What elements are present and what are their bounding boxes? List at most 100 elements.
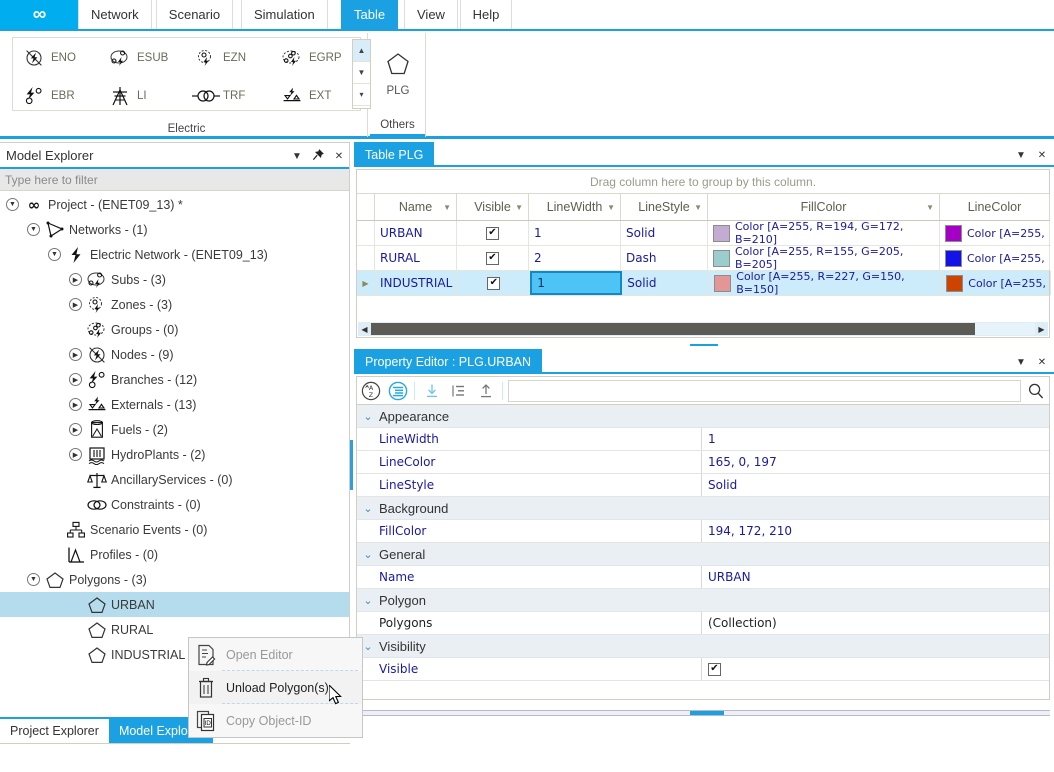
tree-item-branches[interactable]: ▶ Branches - (12) [0, 367, 349, 392]
scrollbar-thumb[interactable] [350, 440, 353, 490]
cell-visible-checkbox[interactable]: ✔ [457, 246, 529, 270]
property-value[interactable]: URBAN [702, 566, 1049, 588]
cell-visible-checkbox[interactable]: ✔ [457, 221, 529, 245]
chevron-down-icon[interactable]: ▼ [1015, 150, 1027, 161]
sort-alphabetical-icon[interactable]: A Z [357, 378, 384, 404]
filter-icon[interactable]: ▼ [607, 203, 615, 212]
ribbon-scroll-buttons[interactable]: ▲ ▼ ▾ [352, 39, 371, 109]
property-value[interactable]: Solid [702, 474, 1049, 496]
model-explorer-filter-input[interactable]: Type here to filter [0, 169, 349, 191]
ribbon-tab-scenario[interactable]: Scenario [155, 0, 234, 29]
column-header-linestyle[interactable]: LineStyle ▼ [621, 194, 708, 220]
property-row[interactable]: Name URBAN [357, 566, 1049, 589]
ribbon-item-ext[interactable]: EXT [277, 82, 331, 110]
table-horizontal-scrollbar[interactable]: ◀ ▶ [358, 322, 1048, 336]
column-header-name[interactable]: Name ▼ [375, 194, 457, 220]
ribbon-tab-help[interactable]: Help [459, 0, 513, 29]
table-row[interactable]: RURAL ✔ 2 Dash Color [A=255, R=155, G=205, B… [357, 245, 1050, 271]
cell-linewidth[interactable]: 2 [529, 246, 621, 270]
column-header-linecolor[interactable]: LineColor [940, 194, 1050, 220]
ribbon-scroll-up-button[interactable]: ▲ [353, 40, 370, 62]
bottom-tab-project-explorer[interactable]: Project Explorer [0, 719, 109, 743]
tree-item-externals[interactable]: ▶ Externals - (13) [0, 392, 349, 417]
context-menu-item-open-editor[interactable]: Open Editor [189, 638, 362, 671]
scrollbar-track[interactable] [371, 323, 1035, 335]
ribbon-tab-network[interactable]: Network [78, 0, 152, 29]
categorized-icon[interactable] [384, 378, 411, 404]
chevron-right-icon[interactable]: ▶ [69, 448, 82, 461]
chevron-down-icon[interactable]: ▼ [27, 223, 40, 236]
close-icon[interactable]: ✕ [333, 151, 345, 162]
tree-item-polygons[interactable]: ▼ Polygons - (3) [0, 567, 349, 592]
cell-name[interactable]: INDUSTRIAL [375, 271, 459, 295]
cell-fillcolor[interactable]: Color [A=255, R=155, G=205, B=205] [708, 245, 940, 271]
property-row[interactable]: LineWidth 1 [357, 428, 1049, 451]
property-category-background[interactable]: ⌄ Background [357, 497, 1049, 520]
cell-name[interactable]: URBAN [375, 221, 457, 245]
property-search-input[interactable] [508, 379, 1021, 402]
chevron-right-icon[interactable]: ▶ [69, 298, 82, 311]
property-value[interactable]: (Collection) [702, 612, 1049, 634]
cell-linewidth[interactable]: 1 [530, 271, 623, 295]
ribbon-tab-simulation[interactable]: Simulation [241, 0, 328, 29]
ribbon-expand-button[interactable]: ▾ [353, 84, 370, 106]
column-header-linewidth[interactable]: LineWidth ▼ [529, 194, 621, 220]
tree-item-nodes[interactable]: ▶ Nodes - (9) [0, 342, 349, 367]
table-plg-tab[interactable]: Table PLG [354, 142, 435, 167]
scrollbar-thumb[interactable] [690, 711, 724, 715]
chevron-down-icon[interactable]: ⌄ [357, 594, 379, 607]
chevron-down-icon[interactable]: ▼ [6, 198, 19, 211]
table-row[interactable]: ▶ INDUSTRIAL ✔ 1 Solid Color [A=255, R=227, G… [357, 270, 1052, 296]
tree-item-networks[interactable]: ▼ Networks - (1) [0, 217, 349, 242]
tree-item-scenario[interactable]: Scenario Events - (0) [0, 517, 349, 542]
tree-item-urban[interactable]: URBAN [0, 592, 349, 617]
property-category-appearance[interactable]: ⌄ Appearance [357, 405, 1049, 428]
chevron-right-icon[interactable]: ▶ [69, 273, 82, 286]
tree-item-fuels[interactable]: ▶ Fuels - (2) [0, 417, 349, 442]
filter-icon[interactable]: ▼ [515, 203, 523, 212]
checkbox-icon[interactable]: ✔ [486, 251, 499, 265]
property-row[interactable]: Visible ✔ [357, 658, 1049, 681]
chevron-down-icon[interactable]: ▼ [48, 248, 61, 261]
property-row[interactable]: Polygons (Collection) [357, 612, 1049, 635]
tree-item-project[interactable]: ▼ ∞ Project - (ENET09_13) * [0, 192, 349, 217]
property-row[interactable]: FillColor 194, 172, 210 [357, 520, 1049, 543]
ribbon-item-esub[interactable]: ESUB [105, 44, 168, 72]
tree-item-groups[interactable]: Groups - (0) [0, 317, 349, 342]
group-by-drop-area[interactable]: Drag column here to group by this column… [357, 170, 1049, 194]
column-header-indicator[interactable] [357, 194, 375, 220]
tree-item-zones[interactable]: ▶ Zones - (3) [0, 292, 349, 317]
chevron-right-icon[interactable]: ▶ [69, 373, 82, 386]
property-value[interactable]: ✔ [702, 658, 1049, 680]
tree-item-constraints[interactable]: Constraints - (0) [0, 492, 349, 517]
chevron-right-icon[interactable]: ▶ [69, 398, 82, 411]
cell-linestyle[interactable]: Solid [621, 221, 708, 245]
ribbon-item-trf[interactable]: TRF [191, 82, 245, 110]
app-logo-button[interactable]: ∞ [0, 0, 78, 29]
cell-linecolor[interactable]: Color [A=255, R. [940, 246, 1050, 270]
close-icon[interactable]: ✕ [1036, 357, 1048, 368]
tree-item-profiles[interactable]: Profiles - (0) [0, 542, 349, 567]
ribbon-item-ezn[interactable]: EZN [191, 44, 246, 72]
ribbon-tab-table[interactable]: Table [341, 0, 399, 29]
cell-name[interactable]: RURAL [375, 246, 457, 270]
filter-icon[interactable]: ▼ [443, 203, 451, 212]
chevron-down-icon[interactable]: ▼ [1015, 357, 1027, 368]
ribbon-item-ebr[interactable]: EBR [19, 82, 75, 110]
close-icon[interactable]: ✕ [1036, 150, 1048, 161]
ribbon-item-egrp[interactable]: EGRP [277, 44, 342, 72]
chevron-down-icon[interactable]: ⌄ [357, 410, 379, 423]
filter-icon[interactable]: ▼ [926, 203, 934, 212]
property-value[interactable]: 194, 172, 210 [702, 520, 1049, 542]
property-grid[interactable]: ⌄ Appearance LineWidth 1 LineColor 165, 0, 19… [356, 404, 1050, 700]
ribbon-scroll-down-button[interactable]: ▼ [353, 62, 370, 84]
scroll-right-arrow-icon[interactable]: ▶ [1035, 325, 1048, 334]
chevron-down-icon[interactable]: ▼ [291, 151, 303, 162]
tree-item-electric[interactable]: ▼ Electric Network - (ENET09_13) [0, 242, 349, 267]
expand-all-icon[interactable] [472, 378, 499, 404]
ribbon-item-eno[interactable]: ENO [19, 44, 76, 72]
cell-visible-checkbox[interactable]: ✔ [458, 271, 531, 295]
property-category-polygon[interactable]: ⌄ Polygon [357, 589, 1049, 612]
panel-splitter[interactable] [690, 344, 718, 346]
scrollbar-thumb[interactable] [371, 323, 976, 335]
